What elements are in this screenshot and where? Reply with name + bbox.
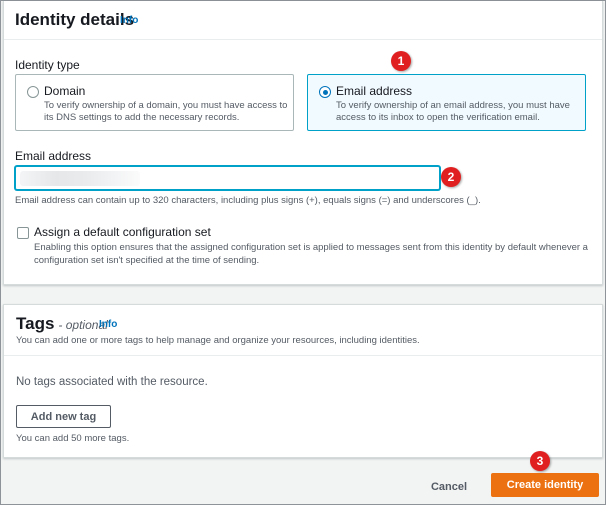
email-address-hint: Email address can contain up to 320 char… [15, 195, 481, 206]
email-option-title: Email address [336, 84, 413, 98]
domain-option-title: Domain [44, 84, 86, 98]
identity-type-email-tile[interactable]: Email address To verify ownership of an … [307, 74, 586, 131]
no-tags-text: No tags associated with the resource. [16, 376, 208, 388]
identity-details-info-link[interactable]: Info [120, 15, 138, 26]
domain-radio[interactable] [27, 86, 39, 98]
identity-type-domain-tile[interactable]: Domain To verify ownership of a domain, … [15, 74, 294, 131]
tags-description: You can add one or more tags to help man… [16, 335, 420, 346]
header-divider [4, 39, 602, 40]
add-new-tag-button[interactable]: Add new tag [16, 405, 111, 428]
tags-heading: Tags [16, 314, 55, 333]
screenshot-frame: Identity details Info Identity type Doma… [0, 0, 606, 505]
email-radio[interactable] [319, 86, 331, 98]
email-address-label: Email address [15, 149, 92, 163]
domain-option-description: To verify ownership of a domain, you mus… [44, 100, 288, 123]
create-identity-button[interactable]: Create identity [491, 473, 599, 497]
identity-details-panel: Identity details Info Identity type Doma… [3, 1, 603, 285]
tags-title: Tags - optional [16, 314, 108, 334]
email-option-description: To verify ownership of an email address,… [336, 100, 570, 123]
step-marker-1: 1 [391, 51, 411, 71]
default-config-description: Enabling this option ensures that the as… [34, 242, 588, 266]
tags-divider [4, 355, 602, 356]
redacted-email-value [20, 171, 140, 186]
default-config-checkbox[interactable] [17, 227, 29, 239]
tags-panel: Tags - optional Info You can add one or m… [3, 304, 603, 458]
cancel-button[interactable]: Cancel [421, 476, 477, 498]
identity-details-title: Identity details [15, 10, 135, 29]
tags-limit-text: You can add 50 more tags. [16, 433, 130, 444]
step-marker-3: 3 [530, 451, 550, 471]
identity-type-label: Identity type [15, 58, 80, 72]
tags-info-link[interactable]: Info [99, 319, 117, 330]
default-config-label: Assign a default configuration set [34, 225, 211, 239]
step-marker-2: 2 [441, 167, 461, 187]
